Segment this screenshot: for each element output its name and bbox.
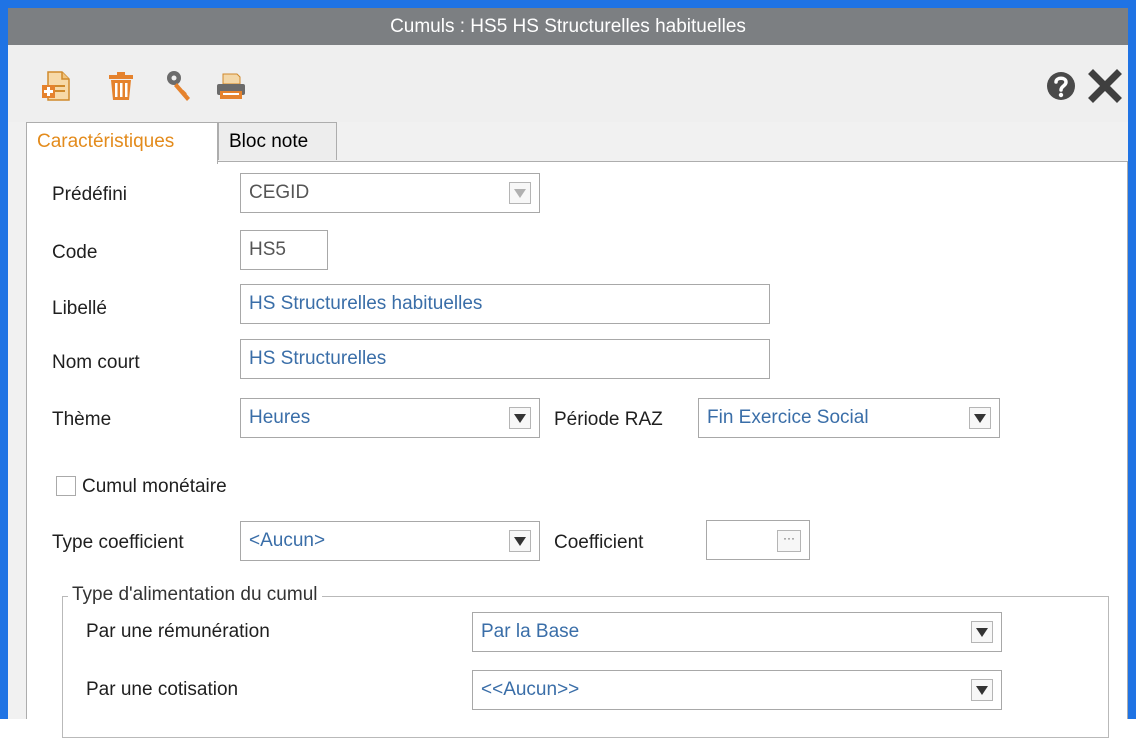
chevron-down-icon[interactable]: [971, 679, 993, 701]
coefficient-label: Coefficient: [554, 532, 644, 553]
remuneration-label: Par une rémunération: [86, 621, 270, 642]
trash-icon[interactable]: [104, 69, 138, 103]
periode-raz-label: Période RAZ: [554, 409, 663, 430]
cotisation-label: Par une cotisation: [86, 679, 239, 700]
cotisation-value: <<Aucun>>: [481, 679, 580, 700]
type-coefficient-label: Type coefficient: [52, 532, 184, 553]
predefini-value: CEGID: [249, 182, 310, 203]
predefini-select[interactable]: CEGID: [240, 173, 540, 213]
periode-raz-value: Fin Exercice Social: [707, 407, 869, 428]
predefini-label: Prédéfini: [52, 184, 127, 205]
periode-raz-select[interactable]: Fin Exercice Social: [698, 398, 1000, 438]
tab-bloc-note[interactable]: Bloc note: [218, 122, 337, 160]
libelle-value: HS Structurelles habituelles: [249, 293, 483, 314]
toolbar: [8, 45, 1128, 122]
nom-court-value: HS Structurelles: [249, 348, 387, 369]
libelle-label: Libellé: [52, 298, 107, 319]
cumul-monetaire-label: Cumul monétaire: [82, 476, 227, 497]
cumul-monetaire-checkbox[interactable]: [56, 476, 76, 496]
type-coefficient-select[interactable]: <Aucun>: [240, 521, 540, 561]
cotisation-select[interactable]: <<Aucun>>: [472, 670, 1002, 710]
nom-court-label: Nom court: [52, 352, 140, 373]
ellipsis-button[interactable]: ···: [777, 530, 801, 552]
nom-court-field[interactable]: HS Structurelles: [240, 339, 770, 379]
coefficient-field[interactable]: ···: [706, 520, 810, 560]
theme-label: Thème: [52, 409, 112, 430]
remuneration-value: Par la Base: [481, 621, 580, 642]
type-coefficient-value: <Aucun>: [249, 530, 326, 551]
chevron-down-icon[interactable]: [969, 407, 991, 429]
chevron-down-icon[interactable]: [509, 182, 531, 204]
close-icon[interactable]: [1088, 69, 1122, 103]
chevron-down-icon[interactable]: [509, 530, 531, 552]
tab-caracteristiques[interactable]: Caractéristiques: [26, 122, 218, 164]
code-label: Code: [52, 242, 98, 263]
help-icon[interactable]: [1044, 69, 1078, 103]
key-icon[interactable]: [162, 69, 196, 103]
theme-select[interactable]: Heures: [240, 398, 540, 438]
chevron-down-icon[interactable]: [971, 621, 993, 643]
code-field[interactable]: HS5: [240, 230, 328, 270]
new-document-icon[interactable]: [40, 69, 74, 103]
remuneration-select[interactable]: Par la Base: [472, 612, 1002, 652]
printer-icon[interactable]: [214, 69, 248, 103]
window-title: Cumuls : HS5 HS Structurelles habituelle…: [8, 8, 1128, 45]
alimentation-group-title: Type d'alimentation du cumul: [68, 584, 322, 606]
libelle-field[interactable]: HS Structurelles habituelles: [240, 284, 770, 324]
chevron-down-icon[interactable]: [509, 407, 531, 429]
code-value: HS5: [249, 239, 286, 260]
theme-value: Heures: [249, 407, 311, 428]
